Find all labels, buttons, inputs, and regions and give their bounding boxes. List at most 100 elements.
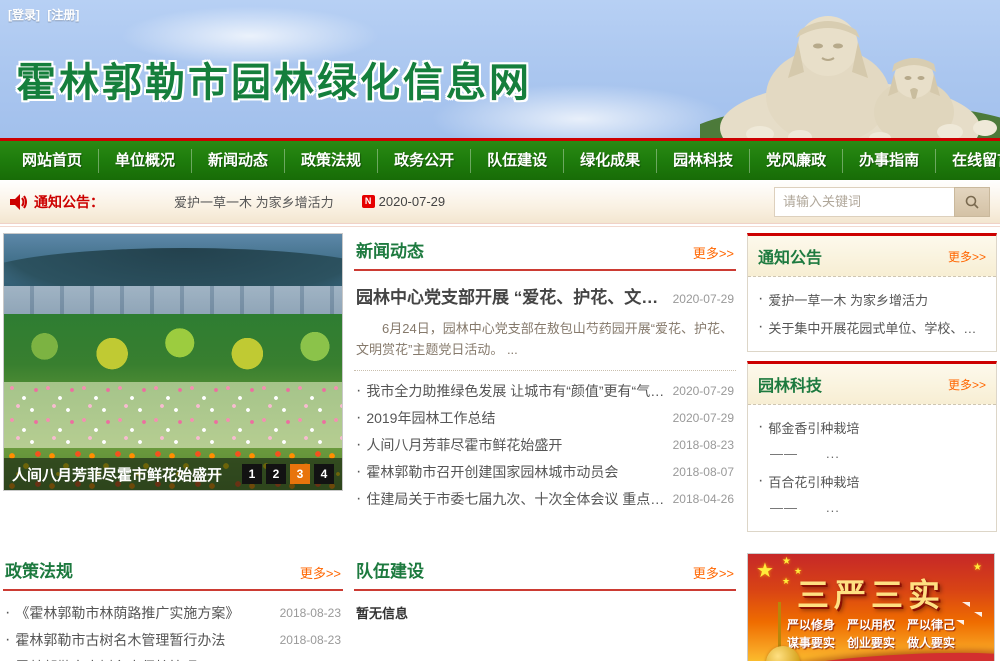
slider-page-2[interactable]: 2: [266, 464, 286, 484]
banner-title: 三严三实: [748, 570, 994, 616]
login-link[interactable]: [登录]: [8, 8, 40, 22]
divider: [0, 226, 1000, 227]
news-link[interactable]: 住建局关于市委七届九次、十次全体会议 重点工作任...: [366, 489, 664, 509]
tech-box-item: · 百合花引种栽培: [758, 467, 986, 495]
speaker-icon: [10, 194, 28, 210]
news-link[interactable]: 2019年园林工作总结: [366, 408, 664, 428]
bullet: ·: [356, 382, 361, 400]
nav-item-guide[interactable]: 办事指南: [843, 149, 936, 173]
team-more-link[interactable]: 更多>>: [693, 563, 734, 582]
policy-list: · 《霍林郭勒市林荫路推广实施方案》 2018-08-23 · 霍林郭勒市古树名…: [3, 591, 343, 661]
bullet: ·: [356, 409, 361, 427]
photo-slider[interactable]: 人间八月芳菲尽霍市鲜花始盛开 1 2 3 4: [3, 233, 343, 491]
policy-header: 政策法规 更多>>: [3, 553, 343, 591]
notice-box-more-link[interactable]: 更多>>: [948, 248, 986, 265]
notice-box: 通知公告 更多>> · 爱护一草一木 为家乡增活力 · 关于集中开展花园式单位、…: [747, 233, 997, 352]
notice-date: 2020-07-29: [379, 194, 446, 209]
search-bar: [774, 187, 990, 217]
policy-title: 政策法规: [5, 557, 73, 582]
bullet: ·: [758, 318, 763, 336]
notice-box-title: 通知公告: [758, 244, 822, 268]
team-section: 队伍建设 更多>> 暂无信息: [354, 553, 736, 661]
policy-list-item: · 《霍林郭勒市林荫路推广实施方案》 2018-08-23: [5, 599, 341, 626]
team-title: 队伍建设: [356, 557, 424, 582]
bullet: ·: [5, 604, 10, 622]
bullet: ·: [356, 463, 361, 481]
nav-item-gov-affairs[interactable]: 政务公开: [378, 149, 471, 173]
right-sidebar: 通知公告 更多>> · 爱护一草一木 为家乡增活力 · 关于集中开展花园式单位、…: [747, 233, 997, 541]
statues-graphic: [700, 0, 1000, 138]
team-header: 队伍建设 更多>>: [354, 553, 736, 591]
main-nav: 网站首页 单位概况 新闻动态 政策法规 政务公开 队伍建设 绿化成果 园林科技 …: [0, 138, 1000, 180]
news-list-item: · 霍林郭勒市召开创建国家园林城市动员会 2018-08-07: [356, 458, 734, 485]
sanyan-sanshi-banner[interactable]: ★ ★ ★ ★ ★ 三严三实 严以修身 严以用权 严以律己 谋事要实 创业要实 …: [747, 553, 995, 661]
policy-list-item: · 霍林郭勒市古树名木管理暂行办法 2018-08-23: [5, 626, 341, 653]
bullet: ·: [758, 472, 763, 490]
policy-list-item: · 霍林郭勒市古树名木保护管理 2018-08-23: [5, 653, 341, 661]
notice-bar: 通知公告： 爱护一草一木 为家乡增活力 N 2020-07-29: [0, 180, 1000, 224]
tech-box-header: 园林科技 更多>>: [748, 364, 996, 405]
nav-item-policy[interactable]: 政策法规: [285, 149, 378, 173]
tech-box-link[interactable]: 百合花引种栽培: [768, 472, 859, 491]
news-link[interactable]: 我市全力助推绿色发展 让城市有“颜值”更有“气质”: [366, 381, 664, 401]
slider-image-trees: [4, 314, 342, 386]
slider-caption[interactable]: 人间八月芳菲尽霍市鲜花始盛开: [12, 464, 242, 485]
featured-news-date: 2020-07-29: [673, 292, 734, 306]
notice-box-header: 通知公告 更多>>: [748, 236, 996, 277]
notice-box-item: · 关于集中开展花园式单位、学校、工厂...: [758, 313, 986, 341]
search-input[interactable]: [774, 187, 954, 217]
nav-item-about[interactable]: 单位概况: [99, 149, 192, 173]
notice-link[interactable]: 爱护一草一木 为家乡增活力: [174, 192, 334, 211]
nav-item-home[interactable]: 网站首页: [6, 149, 99, 173]
featured-news: 园林中心党支部开展 “爱花、护花、文明... 2020-07-29 6月24日，…: [354, 271, 736, 371]
featured-news-summary: 6月24日，园林中心党支部在敖包山芍药园开展“爱花、护花、文明赏花”主题党日活动…: [356, 318, 734, 360]
nav-item-message[interactable]: 在线留言: [936, 149, 1000, 173]
dove-icon: [962, 602, 970, 607]
register-link[interactable]: [注册]: [47, 8, 79, 22]
tech-box-item-sub: —— ...: [758, 495, 986, 521]
news-link[interactable]: 霍林郭勒市召开创建国家园林城市动员会: [366, 462, 664, 482]
bullet: ·: [5, 658, 10, 661]
tech-box-title: 园林科技: [758, 372, 822, 396]
page: [登录] [注册] 霍林郭勒市园林绿化信息网: [0, 0, 1000, 661]
featured-news-title[interactable]: 园林中心党支部开展 “爱花、护花、文明...: [356, 283, 665, 308]
policy-link[interactable]: 霍林郭勒市古树名木管理暂行办法: [15, 630, 271, 650]
policy-date: 2018-08-23: [280, 606, 341, 620]
news-date: 2020-07-29: [673, 411, 734, 425]
policy-link[interactable]: 《霍林郭勒市林荫路推广实施方案》: [15, 603, 271, 623]
slider-page-4[interactable]: 4: [314, 464, 334, 484]
policy-date: 2018-08-23: [280, 633, 341, 647]
tech-box-more-link[interactable]: 更多>>: [948, 376, 986, 393]
news-header: 新闻动态 更多>>: [354, 233, 736, 271]
second-row: 政策法规 更多>> · 《霍林郭勒市林荫路推广实施方案》 2018-08-23 …: [0, 553, 1000, 661]
star-icon: ★: [782, 556, 791, 567]
nav-item-tech[interactable]: 园林科技: [657, 149, 750, 173]
bullet: ·: [356, 436, 361, 454]
nav-item-greening[interactable]: 绿化成果: [564, 149, 657, 173]
flagpole-graphic: [778, 602, 781, 650]
news-list-item: · 我市全力助推绿色发展 让城市有“颜值”更有“气质” 2020-07-29: [356, 377, 734, 404]
search-icon: [964, 194, 980, 210]
news-section: 新闻动态 更多>> 园林中心党支部开展 “爱花、护花、文明... 2020-07…: [354, 233, 736, 541]
policy-link[interactable]: 霍林郭勒市古树名木保护管理: [15, 657, 271, 661]
tech-box-item: · 郁金香引种栽培: [758, 413, 986, 441]
account-links: [登录] [注册]: [8, 6, 83, 23]
search-button[interactable]: [954, 187, 990, 217]
dove-icon: [974, 612, 982, 617]
dove-icon: [956, 620, 964, 625]
slider-page-3-active[interactable]: 3: [290, 464, 310, 484]
policy-more-link[interactable]: 更多>>: [300, 563, 341, 582]
notice-box-link[interactable]: 关于集中开展花园式单位、学校、工厂...: [768, 318, 986, 337]
notice-box-item: · 爱护一草一木 为家乡增活力: [758, 285, 986, 313]
news-link[interactable]: 人间八月芳菲尽霍市鲜花始盛开: [366, 435, 664, 455]
nav-item-news[interactable]: 新闻动态: [192, 149, 285, 173]
nav-item-team[interactable]: 队伍建设: [471, 149, 564, 173]
tech-box-link[interactable]: 郁金香引种栽培: [768, 418, 859, 437]
notice-box-link[interactable]: 爱护一草一木 为家乡增活力: [768, 290, 928, 309]
news-more-link[interactable]: 更多>>: [693, 243, 734, 262]
tech-box: 园林科技 更多>> · 郁金香引种栽培 —— ... · 百合花引种栽培 —— …: [747, 361, 997, 532]
nav-item-party[interactable]: 党风廉政: [750, 149, 843, 173]
slider-page-1[interactable]: 1: [242, 464, 262, 484]
new-badge: N: [362, 195, 375, 208]
bullet: ·: [5, 631, 10, 649]
